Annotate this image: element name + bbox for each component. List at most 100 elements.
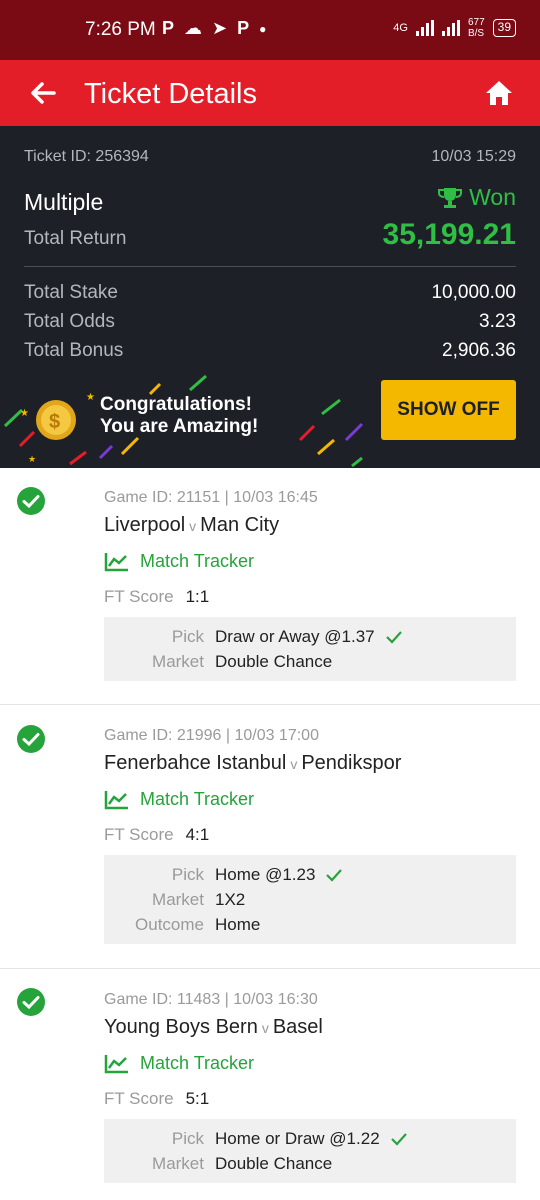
ticket-summary: Ticket ID: 256394 10/03 15:29 Multiple W… [0,126,540,468]
ft-score-value: 5:1 [185,1089,210,1108]
bonus-value: 2,906.36 [442,340,516,361]
odds-value: 3.23 [479,311,516,332]
away-team: Man City [200,514,280,536]
market-label: Market [152,652,204,671]
signal-icon [415,20,434,36]
outcome-value: Home [215,915,261,934]
dot-icon: ● [259,21,267,36]
won-check-icon [17,487,45,515]
check-icon [390,1133,407,1146]
congrats-line1: Congratulations! [100,394,252,415]
ft-score: FT Score 4:1 [104,825,209,845]
svg-text:★: ★ [86,392,95,403]
notification-icons: P ☁ ➤ P ● [162,18,266,39]
teams: Liverpool v Man City [104,514,279,537]
chart-icon [104,552,128,571]
home-team: Young Boys Bern [104,1016,258,1038]
teams: Young Boys Bern v Basel [104,1016,323,1039]
congrats-message: Congratulations! You are Amazing! [100,394,258,438]
svg-text:★: ★ [28,454,36,464]
bet-card: Game ID: 11483 | 10/03 16:30 Young Boys … [0,969,540,1200]
status-right: 4G 677 B/S 39 [393,17,516,39]
won-check-icon [17,988,45,1016]
show-off-button[interactable]: SHOW OFF [381,380,516,440]
market-value: Double Chance [215,652,333,671]
check-icon [385,631,402,644]
home-team: Fenerbahce Istanbul [104,752,287,774]
pick-details: Pick Draw or Away @1.37 Market Double Ch… [104,617,516,681]
ft-score-value: 4:1 [185,825,210,844]
teams: Fenerbahce Istanbul v Pendikspor [104,752,401,775]
match-tracker-label: Match Tracker [140,1053,255,1073]
status-time: 7:26 PM [85,19,156,40]
bet-card: Game ID: 21996 | 10/03 17:00 Fenerbahce … [0,705,540,969]
pick-value: Home @1.23 [215,865,343,885]
ft-score: FT Score 1:1 [104,587,209,607]
signal-icon [441,20,460,36]
match-tracker-link[interactable]: Match Tracker [104,789,254,810]
check-icon [326,869,343,882]
pick-label: Pick [171,1129,204,1148]
trophy-icon [438,187,463,208]
game-id: Game ID: 21996 | 10/03 17:00 [104,727,319,744]
pick-details: Pick Home @1.23 Market 1X2 Outcome Home [104,855,516,944]
bet-card: Game ID: 21151 | 10/03 16:45 Liverpool v M… [0,468,540,705]
ticket-meta-row: Ticket ID: 256394 10/03 15:29 [24,148,516,166]
won-check-icon [17,725,45,753]
odds-row: Total Odds 3.23 [24,311,516,333]
stake-label: Total Stake [24,282,118,303]
total-return-row: Total Return 35,199.21 [24,218,516,252]
versus: v [290,756,298,772]
away-team: Pendikspor [301,752,402,774]
pick-details: Pick Home or Draw @1.22 Market Double Ch… [104,1119,516,1183]
match-tracker-label: Match Tracker [140,789,255,809]
net-speed: 677 B/S [467,17,485,39]
bet-type: Multiple [24,188,104,215]
odds-label: Total Odds [24,311,115,332]
back-arrow-icon[interactable] [26,76,60,110]
market-label: Market [152,1154,204,1173]
ft-score-label: FT Score [104,587,174,606]
bonus-label: Total Bonus [24,340,124,361]
battery-icon: 39 [492,19,516,37]
pick-label: Pick [171,627,204,646]
home-team: Liverpool [104,514,186,536]
page-title: Ticket Details [84,78,257,110]
bet-type-row: Multiple Won [24,184,516,216]
status-text: Won [469,184,516,210]
match-tracker-link[interactable]: Match Tracker [104,1053,254,1074]
bonus-row: Total Bonus 2,906.36 [24,340,516,362]
svg-text:$: $ [49,411,60,433]
status-badge: Won [437,184,516,211]
versus: v [189,518,197,534]
game-id: Game ID: 11483 | 10/03 16:30 [104,991,318,1008]
total-return-label: Total Return [24,228,127,249]
status-bar: 7:26 PM P ☁ ➤ P ● 4G 677 B/S 39 [0,0,540,60]
ft-score-label: FT Score [104,825,174,844]
game-id: Game ID: 21151 | 10/03 16:45 [104,489,318,506]
stake-row: Total Stake 10,000.00 [24,282,516,304]
outcome-label: Outcome [135,915,204,934]
stake-value: 10,000.00 [431,282,516,303]
home-icon[interactable] [484,78,514,108]
chart-icon [104,790,128,809]
ft-score: FT Score 5:1 [104,1089,209,1109]
pick-value: Draw or Away @1.37 [215,627,403,647]
away-team: Basel [272,1016,323,1038]
match-tracker-label: Match Tracker [140,551,255,571]
ft-score-label: FT Score [104,1089,174,1108]
congrats-line2: You are Amazing! [100,416,259,437]
ft-score-value: 1:1 [185,587,210,606]
market-label: Market [152,890,204,909]
market-value: 1X2 [215,890,246,909]
app-p-icon: P [162,18,175,38]
svg-text:★: ★ [20,408,29,419]
match-tracker-link[interactable]: Match Tracker [104,551,254,572]
snapchat-icon: ☁ [184,18,203,38]
pick-value: Home or Draw @1.22 [215,1129,408,1149]
divider [24,266,516,267]
telegram-icon: ➤ [212,18,228,38]
app-bar: Ticket Details [0,60,540,126]
pick-label: Pick [171,865,204,884]
app-p-icon: P [237,18,250,38]
